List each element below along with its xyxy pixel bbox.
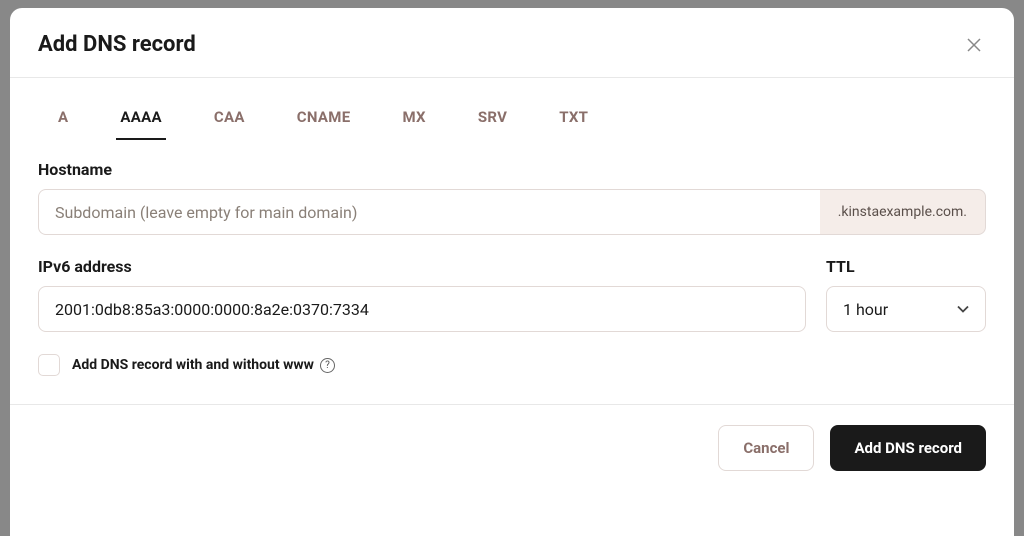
hostname-input[interactable] bbox=[38, 189, 820, 235]
modal-title: Add DNS record bbox=[38, 32, 196, 57]
tab-txt[interactable]: TXT bbox=[555, 96, 592, 140]
tab-srv[interactable]: SRV bbox=[474, 96, 511, 140]
tab-cname[interactable]: CNAME bbox=[293, 96, 355, 140]
ttl-label: TTL bbox=[826, 257, 986, 276]
tab-caa[interactable]: CAA bbox=[210, 96, 249, 140]
form-body: Hostname .kinstaexample.com. IPv6 addres… bbox=[10, 140, 1014, 404]
modal-header: Add DNS record bbox=[10, 8, 1014, 77]
dns-record-modal: Add DNS record A AAAA CAA CNAME MX SRV T… bbox=[10, 8, 1014, 536]
submit-button[interactable]: Add DNS record bbox=[830, 425, 986, 471]
ipv6-field: IPv6 address bbox=[38, 257, 806, 332]
www-checkbox-row: Add DNS record with and without www ? bbox=[38, 354, 986, 376]
hostname-input-wrap: .kinstaexample.com. bbox=[38, 189, 986, 235]
help-icon[interactable]: ? bbox=[320, 358, 335, 373]
cancel-button[interactable]: Cancel bbox=[718, 425, 814, 471]
ipv6-input[interactable] bbox=[38, 286, 806, 332]
close-button[interactable] bbox=[962, 33, 986, 57]
modal-footer: Cancel Add DNS record bbox=[10, 405, 1014, 495]
hostname-field: Hostname .kinstaexample.com. bbox=[38, 160, 986, 235]
tab-a[interactable]: A bbox=[54, 96, 72, 140]
tab-aaaa[interactable]: AAAA bbox=[116, 96, 166, 140]
hostname-label: Hostname bbox=[38, 160, 986, 179]
www-checkbox[interactable] bbox=[38, 354, 60, 376]
www-checkbox-label: Add DNS record with and without www ? bbox=[72, 357, 335, 373]
chevron-down-icon bbox=[957, 305, 969, 313]
www-checkbox-text: Add DNS record with and without www bbox=[72, 357, 314, 373]
record-type-tabs: A AAAA CAA CNAME MX SRV TXT bbox=[10, 96, 1014, 140]
tab-mx[interactable]: MX bbox=[398, 96, 429, 140]
ttl-field: TTL 1 hour bbox=[826, 257, 986, 332]
ttl-value: 1 hour bbox=[843, 300, 957, 319]
hostname-domain-suffix: .kinstaexample.com. bbox=[820, 189, 986, 235]
ttl-select[interactable]: 1 hour bbox=[826, 286, 986, 332]
header-divider bbox=[10, 77, 1014, 78]
ipv6-label: IPv6 address bbox=[38, 257, 806, 276]
close-icon bbox=[967, 38, 981, 52]
